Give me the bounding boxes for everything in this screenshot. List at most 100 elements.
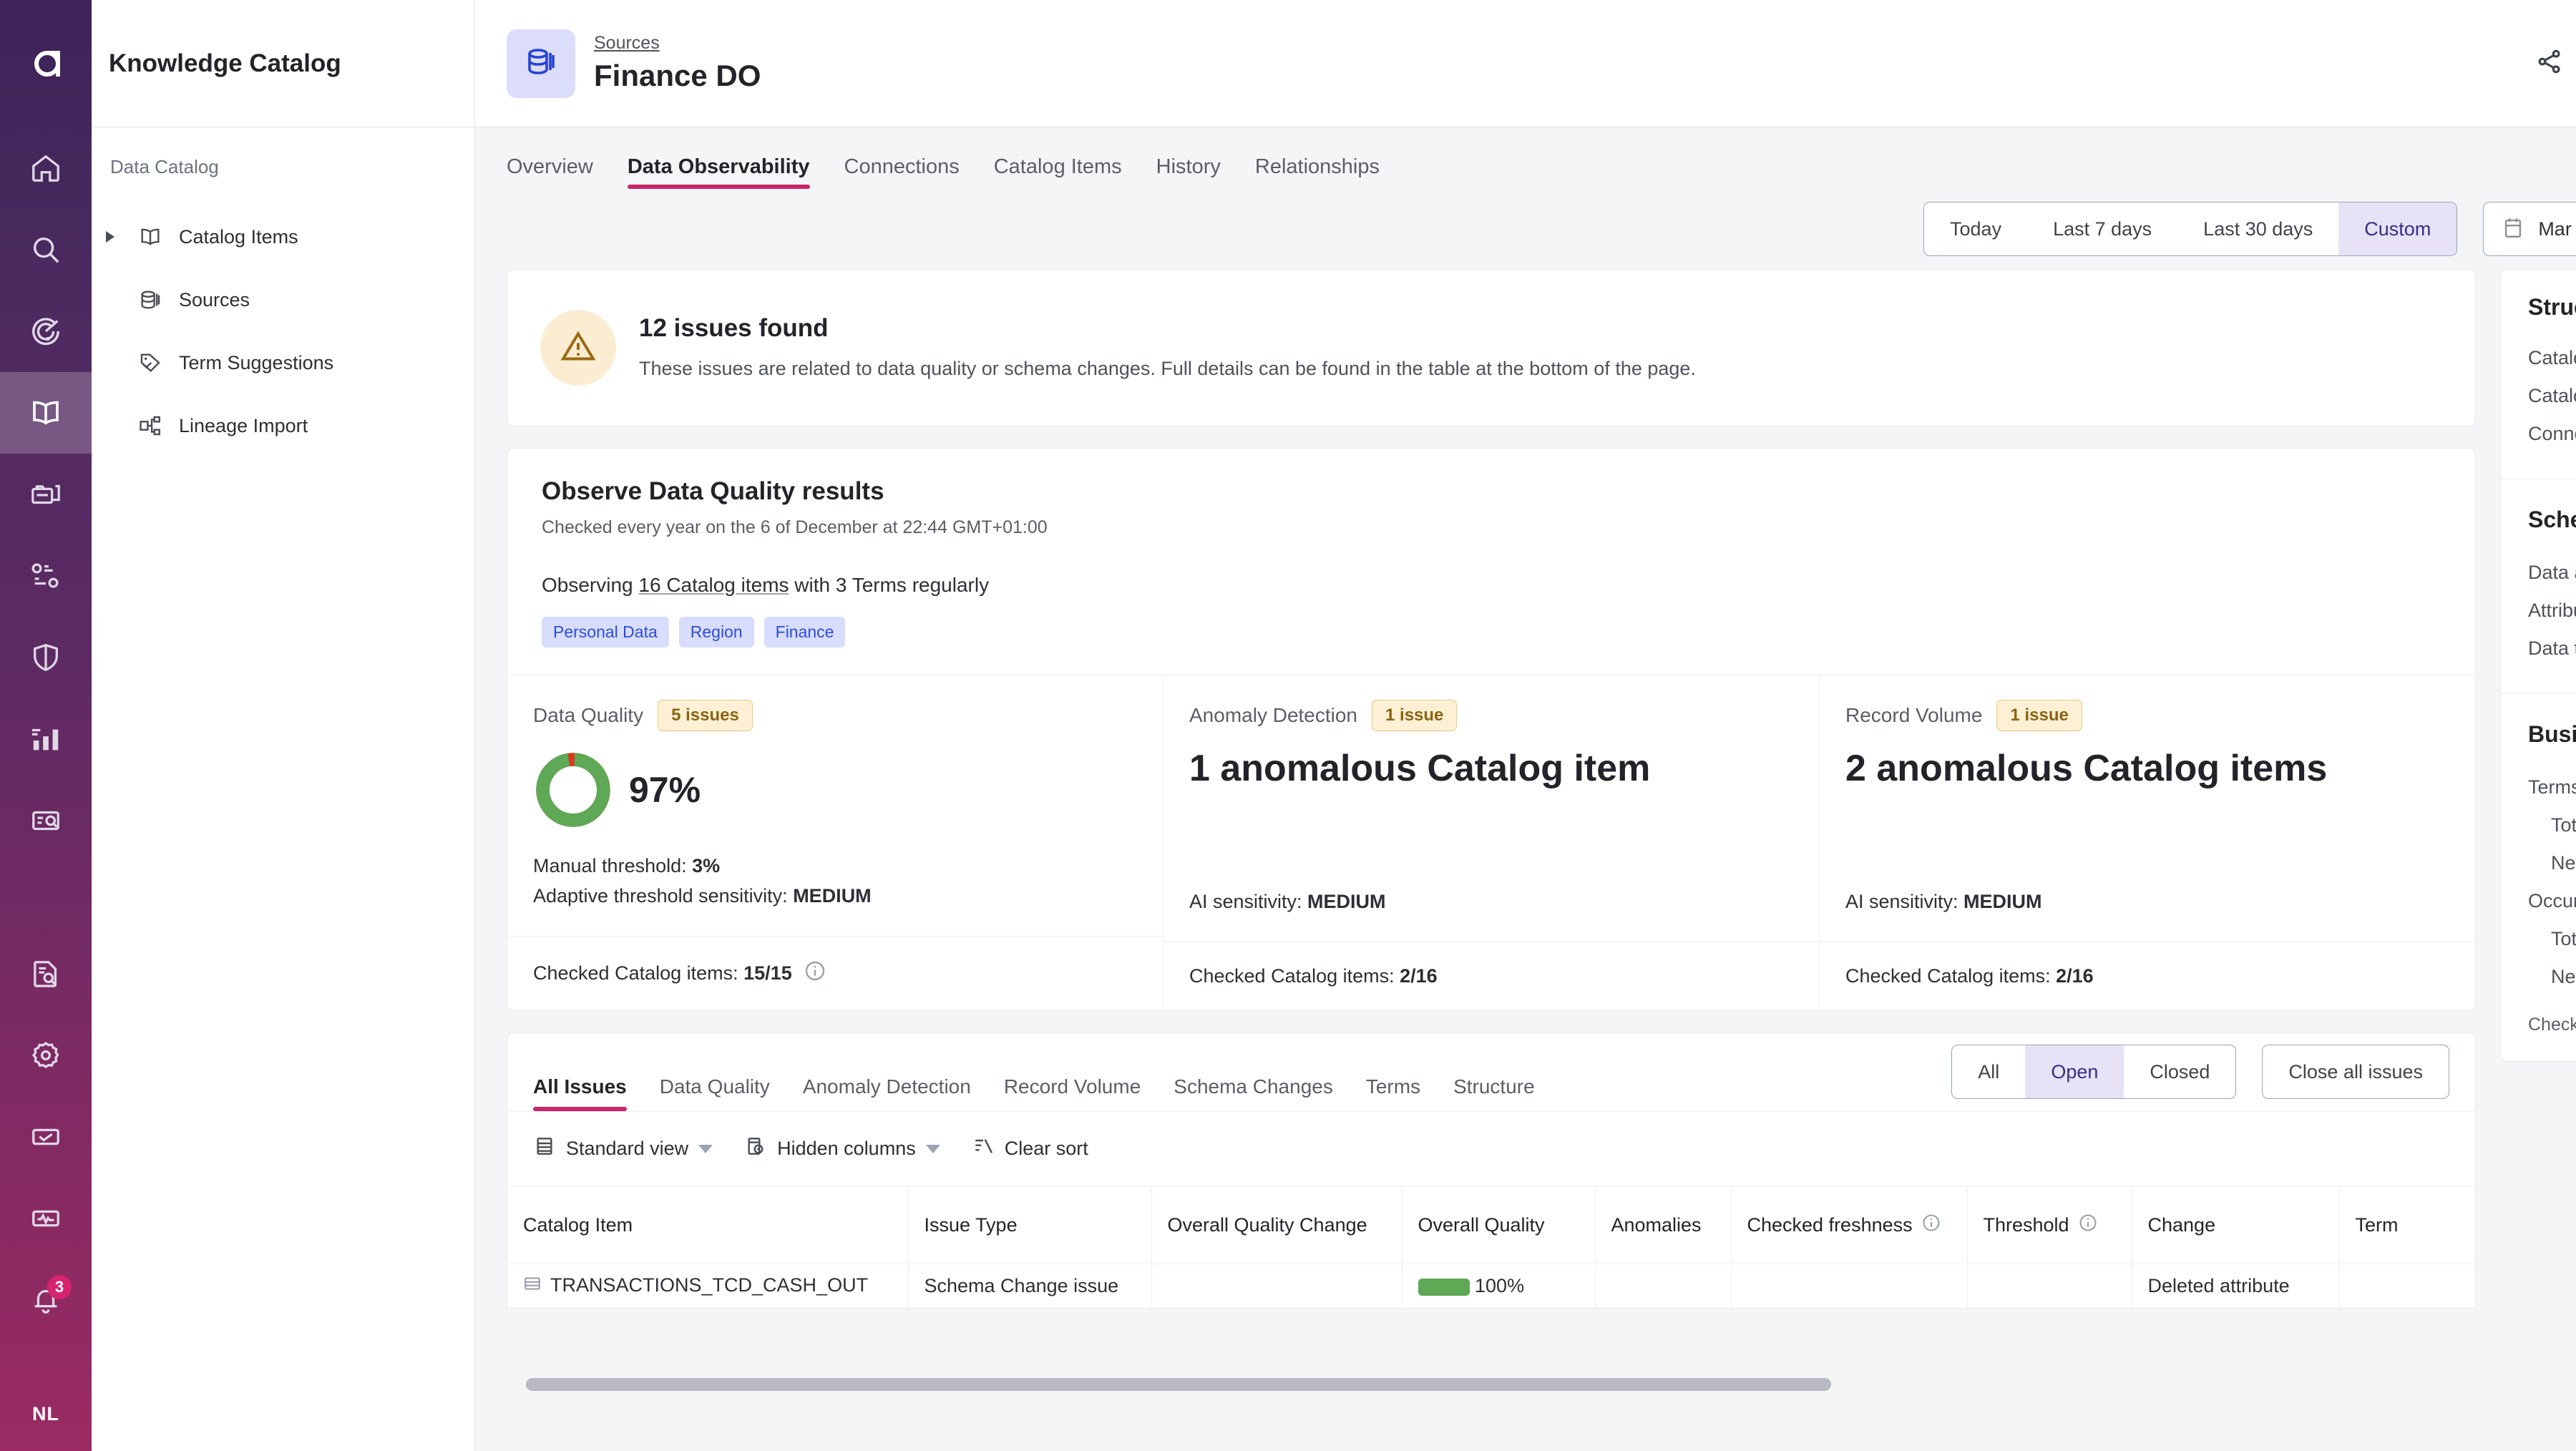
metric-card-anomaly-detection: Anomaly Detection 1 issue 1 anomalous Ca…: [1163, 675, 1820, 1010]
issues-tab-structure[interactable]: Structure: [1453, 1075, 1535, 1111]
col-anomalies[interactable]: Anomalies: [1595, 1186, 1732, 1264]
observe-prefix: Observing: [542, 574, 639, 596]
date-filter-row: Today Last 7 days Last 30 days Custom Ma…: [475, 189, 2576, 269]
term-chips: Personal Data Region Finance: [542, 617, 2441, 648]
metric-footer: Checked Catalog items: 2/16: [1820, 941, 2475, 1010]
term-chip[interactable]: Personal Data: [542, 617, 669, 648]
issues-table-card: All Issues Data Quality Anomaly Detectio…: [507, 1032, 2476, 1391]
adaptive-threshold-label: Adaptive threshold sensitivity:: [533, 884, 794, 907]
column-label: Term: [2355, 1213, 2399, 1236]
tab-relationships[interactable]: Relationships: [1255, 155, 1380, 189]
metric-footer: Checked Catalog items: 15/15: [507, 935, 1163, 1010]
rail-item-notifications[interactable]: 3: [0, 1259, 92, 1341]
issues-banner-text: 12 issues found These issues are related…: [639, 310, 1696, 383]
col-threshold[interactable]: Threshold: [1967, 1186, 2132, 1264]
calendar-icon: [2501, 215, 2525, 243]
col-issue-type[interactable]: Issue Type: [908, 1186, 1152, 1264]
rail-item-reports[interactable]: [0, 698, 92, 780]
sidebar-item-lineage-import[interactable]: Lineage Import: [92, 394, 474, 457]
issues-tab-anomaly-detection[interactable]: Anomaly Detection: [803, 1075, 971, 1111]
status-badge: 1 issue: [1372, 700, 1458, 731]
metric-label: Data Quality: [533, 704, 644, 726]
tab-data-observability[interactable]: Data Observability: [627, 155, 810, 189]
rail-item-knowledge-catalog[interactable]: [0, 372, 92, 454]
col-checked-freshness[interactable]: Checked freshness: [1731, 1186, 1968, 1264]
close-all-issues-button[interactable]: Close all issues: [2262, 1045, 2449, 1100]
source-type-icon-badge: [507, 29, 575, 98]
tab-catalog-items[interactable]: Catalog Items: [994, 155, 1122, 189]
issues-banner-title: 12 issues found: [639, 314, 829, 342]
col-overall-quality[interactable]: Overall Quality: [1402, 1186, 1596, 1264]
hidden-columns-control[interactable]: Hidden columns: [744, 1135, 940, 1163]
share-button[interactable]: [2523, 37, 2576, 90]
cell-change: Deleted attribute: [2132, 1263, 2340, 1309]
rail-item-settings[interactable]: [0, 1015, 92, 1096]
table-row[interactable]: TRANSACTIONS_TCD_CASH_OUT Schema Change …: [507, 1263, 2475, 1309]
page-title: Knowledge Catalog: [109, 49, 341, 77]
info-circle-icon[interactable]: [1921, 1213, 1941, 1238]
table-icon: [523, 1274, 542, 1298]
avatar[interactable]: NL: [32, 1403, 59, 1425]
observe-catalog-items-link[interactable]: 16 Catalog items: [638, 574, 789, 596]
date-seg-last-7-days[interactable]: Last 7 days: [2027, 202, 2177, 255]
col-term[interactable]: Term: [2339, 1186, 2475, 1264]
issue-status-all[interactable]: All: [1952, 1045, 2025, 1098]
issues-tab-schema-changes[interactable]: Schema Changes: [1174, 1075, 1333, 1111]
column-label: Catalog Item: [523, 1213, 633, 1236]
checked-items-label: Checked Catalog items:: [1189, 964, 1400, 987]
data-quality-percent: 97%: [629, 770, 701, 810]
issue-status-open[interactable]: Open: [2025, 1045, 2124, 1099]
sidebar-item-term-suggestions[interactable]: Term Suggestions: [92, 331, 474, 394]
ataccama-logo[interactable]: [0, 0, 92, 127]
tab-history[interactable]: History: [1156, 155, 1221, 189]
breadcrumb[interactable]: Sources: [594, 32, 761, 54]
left-panel-body: Data Catalog Catalog Items Sources Term …: [92, 127, 474, 457]
tab-overview[interactable]: Overview: [507, 155, 593, 189]
rail-item-health[interactable]: [0, 1178, 92, 1259]
cell-overall-quality: 100%: [1402, 1263, 1596, 1309]
rail-item-audit[interactable]: [0, 933, 92, 1015]
date-seg-today[interactable]: Today: [1924, 202, 2027, 255]
rail-item-governance[interactable]: [0, 617, 92, 698]
cell-term: [2339, 1263, 2475, 1309]
issues-tab-all-issues[interactable]: All Issues: [533, 1075, 627, 1111]
standard-view-control[interactable]: Standard view: [533, 1135, 713, 1163]
issues-tab-data-quality[interactable]: Data Quality: [660, 1075, 770, 1111]
structure-row: Connections1: [2528, 415, 2576, 453]
term-chip[interactable]: Region: [678, 617, 754, 648]
rail-item-dq-evaluation[interactable]: [0, 780, 92, 861]
col-overall-quality-change[interactable]: Overall Quality Change: [1151, 1186, 1402, 1264]
horizontal-scrollbar[interactable]: [526, 1377, 1831, 1391]
database-icon: [136, 285, 165, 314]
metric-label: Record Volume: [1845, 704, 1983, 726]
chevron-right-icon[interactable]: [106, 231, 114, 243]
term-chip[interactable]: Finance: [763, 617, 846, 648]
observe-schedule: Checked every year on the 6 of December …: [542, 517, 1048, 537]
rail-item-profiling[interactable]: [0, 535, 92, 617]
issues-tab-record-volume[interactable]: Record Volume: [1004, 1075, 1141, 1111]
col-change[interactable]: Change: [2132, 1186, 2340, 1264]
rail-item-search[interactable]: [0, 209, 92, 290]
date-range-picker[interactable]: Mar 1, 2023 - May 6, 2023: [2483, 202, 2576, 256]
info-circle-icon[interactable]: [2078, 1213, 2098, 1238]
rail-item-sources[interactable]: [0, 454, 92, 535]
cell-checked-freshness: [1731, 1263, 1968, 1309]
occurrences-row: Total96: [2528, 920, 2576, 958]
rail-item-monitoring[interactable]: [0, 290, 92, 372]
shield-icon: [29, 641, 62, 674]
sidebar-item-sources[interactable]: Sources: [92, 268, 474, 331]
date-seg-custom[interactable]: Custom: [2338, 202, 2457, 255]
col-catalog-item[interactable]: Catalog Item: [507, 1186, 909, 1264]
info-circle-icon[interactable]: [804, 959, 826, 987]
column-label: Issue Type: [924, 1213, 1018, 1236]
rail-item-home[interactable]: [0, 127, 92, 209]
sidebar-item-label: Catalog Items: [179, 225, 298, 248]
tab-connections[interactable]: Connections: [844, 155, 960, 189]
schema-row-data-assets: Data assets +63 -62: [2528, 554, 2576, 592]
sidebar-item-catalog-items[interactable]: Catalog Items: [92, 205, 474, 268]
clear-sort-control[interactable]: Clear sort: [972, 1135, 1088, 1163]
issues-tab-terms[interactable]: Terms: [1366, 1075, 1420, 1111]
date-seg-last-30-days[interactable]: Last 30 days: [2177, 202, 2338, 255]
issue-status-closed[interactable]: Closed: [2124, 1045, 2235, 1098]
rail-item-tasks[interactable]: [0, 1096, 92, 1178]
